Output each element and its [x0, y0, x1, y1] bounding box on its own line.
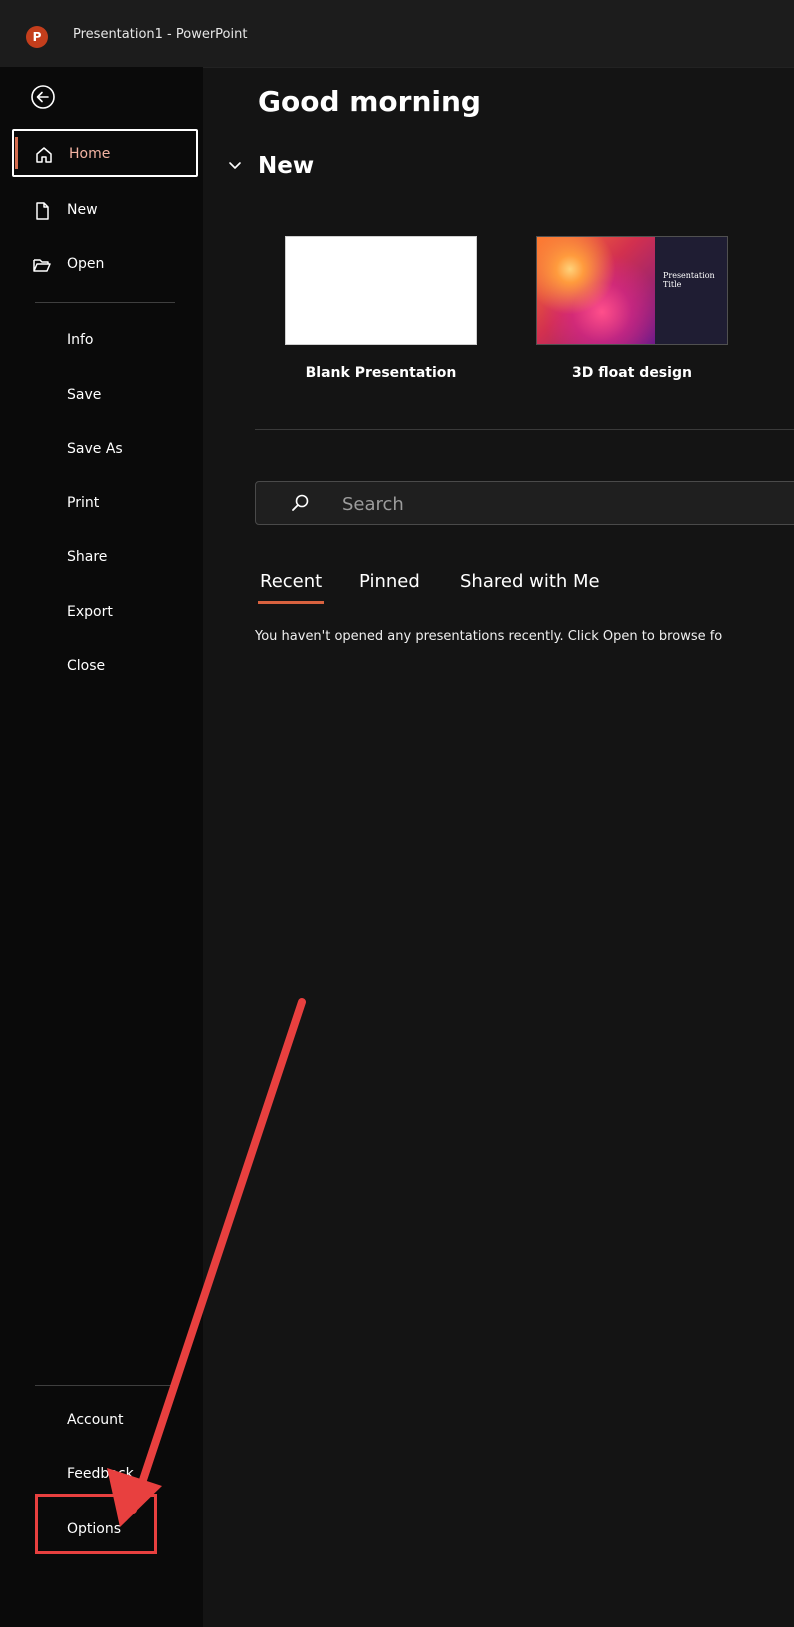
tab-recent[interactable]: Recent — [257, 571, 325, 604]
template-thumbnail-title: Presentation Title — [663, 271, 715, 289]
sidebar-item-label: Save — [67, 387, 102, 403]
sidebar-item-close[interactable]: Close — [12, 643, 198, 691]
sidebar-item-label: New — [67, 202, 98, 218]
sidebar-item-save[interactable]: Save — [12, 372, 198, 420]
powerpoint-logo-icon: P — [26, 26, 48, 48]
window-title: Presentation1 - PowerPoint — [73, 27, 248, 42]
sidebar-item-label: Feedback — [67, 1466, 134, 1482]
sidebar-item-label: Save As — [67, 441, 123, 457]
sidebar-divider — [35, 302, 175, 303]
sidebar-item-label: Account — [67, 1412, 124, 1428]
page-title: Good morning — [258, 85, 481, 118]
sidebar-item-label: Print — [67, 495, 100, 511]
sidebar-item-label: Info — [67, 332, 94, 348]
sidebar-item-save-as[interactable]: Save As — [12, 426, 198, 474]
template-blank-presentation[interactable] — [285, 236, 477, 345]
empty-recent-message: You haven't opened any presentations rec… — [255, 629, 723, 644]
tab-pinned[interactable]: Pinned — [359, 571, 420, 592]
sidebar-item-label: Open — [67, 256, 105, 272]
home-icon — [34, 145, 54, 165]
options-highlight-box — [35, 1494, 157, 1554]
sidebar-item-label: Share — [67, 549, 108, 565]
template-thumbnail-panel: Presentation Title — [655, 237, 727, 344]
search-icon — [290, 493, 310, 513]
title-bar: P Presentation1 - PowerPoint — [0, 0, 794, 68]
backstage-sidebar: Home New Open Info Save Save As Print Sh… — [0, 67, 203, 1627]
document-icon — [32, 201, 52, 221]
sidebar-item-home[interactable]: Home — [12, 129, 198, 177]
sidebar-item-label: Close — [67, 658, 106, 674]
sidebar-item-new[interactable]: New — [12, 187, 198, 235]
template-label[interactable]: Blank Presentation — [285, 365, 477, 381]
search-box[interactable] — [255, 481, 794, 526]
sidebar-item-account[interactable]: Account — [12, 1397, 198, 1445]
sidebar-item-share[interactable]: Share — [12, 534, 198, 582]
sidebar-item-open[interactable]: Open — [12, 241, 198, 289]
tab-shared-with-me[interactable]: Shared with Me — [460, 571, 600, 592]
sidebar-item-export[interactable]: Export — [12, 589, 198, 637]
chevron-down-icon[interactable] — [225, 155, 245, 175]
template-3d-float-design[interactable]: Presentation Title — [536, 236, 728, 345]
folder-open-icon — [32, 255, 52, 275]
sidebar-item-feedback[interactable]: Feedback — [12, 1451, 198, 1499]
back-arrow-icon[interactable] — [30, 84, 56, 110]
section-divider — [255, 429, 794, 430]
sidebar-item-label: Home — [69, 146, 111, 162]
sidebar-divider — [35, 1385, 175, 1386]
sidebar-item-print[interactable]: Print — [12, 480, 198, 528]
template-label[interactable]: 3D float design — [536, 365, 728, 381]
search-input[interactable] — [340, 482, 784, 526]
sidebar-item-label: Export — [67, 604, 113, 620]
template-thumbnail-art — [537, 237, 655, 344]
sidebar-item-info[interactable]: Info — [12, 317, 198, 365]
home-panel: Good morning New Presentation Title Blan… — [203, 67, 794, 1627]
new-section-heading[interactable]: New — [258, 153, 314, 179]
